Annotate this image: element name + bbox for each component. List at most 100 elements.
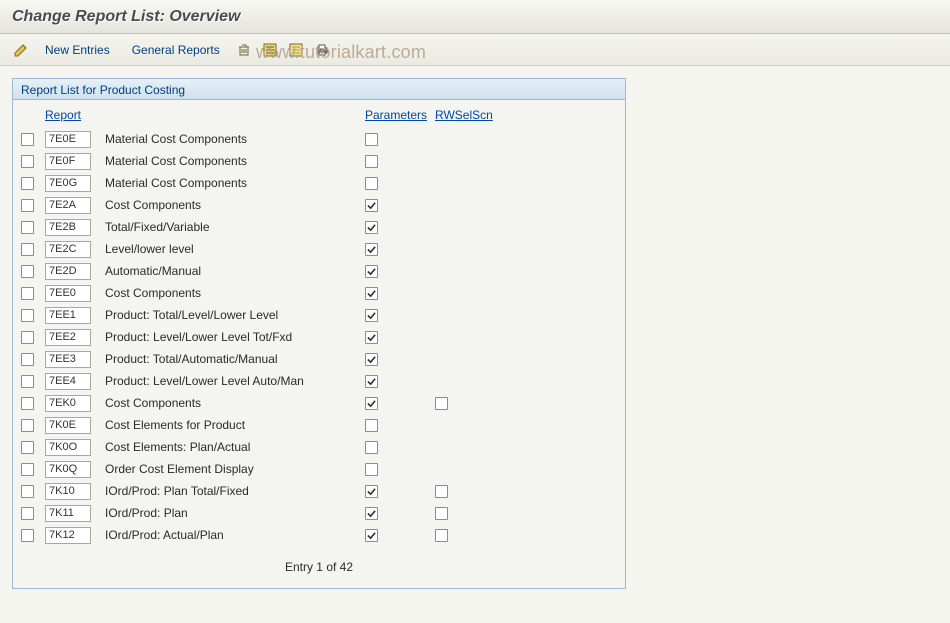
row-select-checkbox[interactable] (21, 397, 34, 410)
panel-body: Report Parameters RWSelScn Material Cost… (13, 100, 625, 588)
report-code-input[interactable] (45, 219, 91, 236)
col-parameters[interactable]: Parameters (365, 108, 435, 122)
parameters-checkbox[interactable] (365, 331, 378, 344)
general-reports-button[interactable]: General Reports (123, 39, 229, 61)
rwselscn-checkbox[interactable] (435, 529, 448, 542)
report-code-input[interactable] (45, 263, 91, 280)
table-row: Product: Total/Level/Lower Level (21, 304, 617, 326)
row-select-checkbox[interactable] (21, 133, 34, 146)
report-description: IOrd/Prod: Plan Total/Fixed (105, 484, 365, 498)
row-select-checkbox[interactable] (21, 507, 34, 520)
report-code-input[interactable] (45, 307, 91, 324)
report-description: Order Cost Element Display (105, 462, 365, 476)
report-description: Level/lower level (105, 242, 365, 256)
page-title: Change Report List: Overview (12, 8, 241, 26)
row-select-checkbox[interactable] (21, 441, 34, 454)
rwselscn-checkbox[interactable] (435, 485, 448, 498)
change-icon[interactable] (10, 40, 32, 60)
entry-counter: Entry 1 of 42 (13, 546, 625, 582)
report-description: IOrd/Prod: Plan (105, 506, 365, 520)
row-select-checkbox[interactable] (21, 419, 34, 432)
table-row: Cost Components (21, 282, 617, 304)
rwselscn-checkbox[interactable] (435, 507, 448, 520)
parameters-checkbox[interactable] (365, 419, 378, 432)
col-rwselscn[interactable]: RWSelScn (435, 108, 505, 122)
parameters-checkbox[interactable] (365, 441, 378, 454)
report-code-input[interactable] (45, 373, 91, 390)
delete-icon[interactable] (233, 40, 255, 60)
parameters-checkbox[interactable] (365, 397, 378, 410)
rows-container: Material Cost Components Material Cost Co… (13, 128, 625, 546)
row-select-checkbox[interactable] (21, 353, 34, 366)
row-select-checkbox[interactable] (21, 243, 34, 256)
parameters-checkbox[interactable] (365, 155, 378, 168)
row-select-checkbox[interactable] (21, 221, 34, 234)
table-row: IOrd/Prod: Plan Total/Fixed (21, 480, 617, 502)
report-list-panel: Report List for Product Costing Report P… (12, 78, 626, 589)
table-row: Order Cost Element Display (21, 458, 617, 480)
row-select-checkbox[interactable] (21, 463, 34, 476)
row-select-checkbox[interactable] (21, 529, 34, 542)
table-row: Product: Level/Lower Level Auto/Man (21, 370, 617, 392)
row-select-checkbox[interactable] (21, 485, 34, 498)
col-report[interactable]: Report (45, 108, 105, 122)
report-description: Cost Components (105, 396, 365, 410)
table-row: Automatic/Manual (21, 260, 617, 282)
row-select-checkbox[interactable] (21, 199, 34, 212)
table-row: Product: Level/Lower Level Tot/Fxd (21, 326, 617, 348)
report-code-input[interactable] (45, 329, 91, 346)
parameters-checkbox[interactable] (365, 309, 378, 322)
row-select-checkbox[interactable] (21, 287, 34, 300)
print-icon[interactable] (311, 40, 333, 60)
table-row: Cost Components (21, 194, 617, 216)
report-code-input[interactable] (45, 417, 91, 434)
report-code-input[interactable] (45, 527, 91, 544)
report-description: Material Cost Components (105, 176, 365, 190)
parameters-checkbox[interactable] (365, 507, 378, 520)
deselect-all-icon[interactable] (285, 40, 307, 60)
table-row: Product: Total/Automatic/Manual (21, 348, 617, 370)
row-select-checkbox[interactable] (21, 265, 34, 278)
report-description: Material Cost Components (105, 132, 365, 146)
report-description: Product: Level/Lower Level Auto/Man (105, 374, 365, 388)
table-row: Cost Elements for Product (21, 414, 617, 436)
new-entries-button[interactable]: New Entries (36, 39, 119, 61)
row-select-checkbox[interactable] (21, 375, 34, 388)
parameters-checkbox[interactable] (365, 199, 378, 212)
row-select-checkbox[interactable] (21, 309, 34, 322)
row-select-checkbox[interactable] (21, 177, 34, 190)
report-code-input[interactable] (45, 439, 91, 456)
parameters-checkbox[interactable] (365, 177, 378, 190)
report-code-input[interactable] (45, 153, 91, 170)
parameters-checkbox[interactable] (365, 287, 378, 300)
parameters-checkbox[interactable] (365, 529, 378, 542)
parameters-checkbox[interactable] (365, 485, 378, 498)
parameters-checkbox[interactable] (365, 353, 378, 366)
parameters-checkbox[interactable] (365, 243, 378, 256)
report-code-input[interactable] (45, 175, 91, 192)
parameters-checkbox[interactable] (365, 463, 378, 476)
report-code-input[interactable] (45, 395, 91, 412)
parameters-checkbox[interactable] (365, 375, 378, 388)
report-description: Cost Components (105, 286, 365, 300)
report-description: Product: Total/Automatic/Manual (105, 352, 365, 366)
row-select-checkbox[interactable] (21, 155, 34, 168)
row-select-checkbox[interactable] (21, 331, 34, 344)
parameters-checkbox[interactable] (365, 221, 378, 234)
toolbar: New Entries General Reports (0, 34, 950, 66)
report-description: IOrd/Prod: Actual/Plan (105, 528, 365, 542)
select-all-icon[interactable] (259, 40, 281, 60)
report-code-input[interactable] (45, 351, 91, 368)
report-code-input[interactable] (45, 197, 91, 214)
parameters-checkbox[interactable] (365, 133, 378, 146)
rwselscn-checkbox[interactable] (435, 397, 448, 410)
report-code-input[interactable] (45, 131, 91, 148)
report-code-input[interactable] (45, 241, 91, 258)
parameters-checkbox[interactable] (365, 265, 378, 278)
report-code-input[interactable] (45, 285, 91, 302)
table-row: IOrd/Prod: Actual/Plan (21, 524, 617, 546)
report-code-input[interactable] (45, 461, 91, 478)
report-code-input[interactable] (45, 483, 91, 500)
report-code-input[interactable] (45, 505, 91, 522)
report-description: Cost Elements: Plan/Actual (105, 440, 365, 454)
